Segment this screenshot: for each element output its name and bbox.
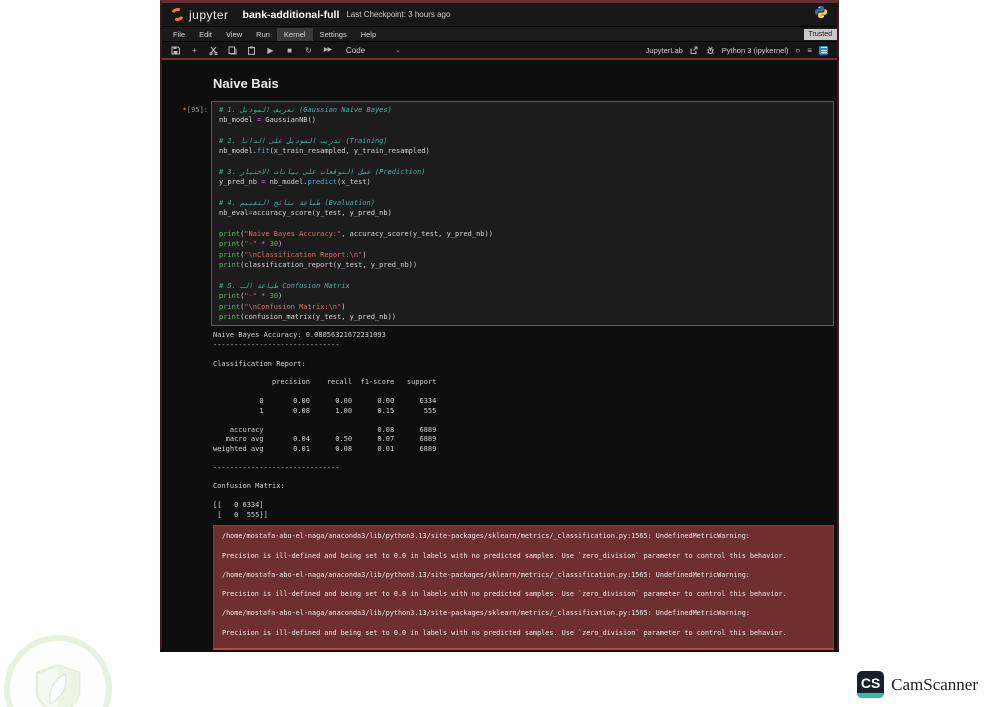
- warning-line: Precision is ill-defined and being set t…: [222, 551, 787, 560]
- menu-settings[interactable]: Settings: [313, 28, 354, 41]
- code-line: # 1. تعريف الموديل (Gaussian Naive Bayes…: [219, 106, 392, 114]
- jupyterlab-link[interactable]: JupyterLab: [646, 46, 683, 55]
- warning-line: Precision is ill-defined and being set t…: [222, 590, 787, 599]
- kernel-name[interactable]: Python 3 (ipykernel): [722, 46, 789, 55]
- warning-line: /home/mostafa-abo-el-naga/anaconda3/lib/…: [222, 609, 750, 618]
- camscanner-badge-icon: CS: [857, 671, 885, 698]
- camscanner-label: CamScanner: [891, 674, 978, 694]
- code-line: print(confusion_matrix(y_test, y_pred_nb…: [219, 312, 397, 321]
- menubar: File Edit View Run Kernel Settings Help …: [162, 26, 837, 41]
- shield-leaf-icon: [35, 664, 81, 707]
- notebook-title[interactable]: bank-additional-full: [243, 9, 340, 21]
- menu-view[interactable]: View: [219, 28, 249, 41]
- code-line: y_pred_nb = nb_model.predict(x_test): [219, 178, 371, 187]
- warning-line: /home/mostafa-abo-el-naga/anaconda3/lib/…: [222, 532, 750, 541]
- code-line: # 4. طباعة نتائج التقييم (Evaluation): [219, 199, 375, 208]
- toolbar: + ▶ ■ ↻ ▶▶ Code ⌄ JupyterLab Python 3 (i…: [162, 41, 837, 58]
- watermark-logo: كفيل: [0, 631, 118, 707]
- code-line: print(classification_report(y_test, y_pr…: [219, 261, 418, 270]
- notebook-tools-icon[interactable]: [819, 45, 828, 55]
- checkpoint-status: Last Checkpoint: 3 hours ago: [346, 10, 451, 19]
- kernel-status-icon[interactable]: ○: [795, 46, 800, 55]
- copy-cell-icon[interactable]: [228, 46, 237, 55]
- cell-type-dropdown[interactable]: Code: [346, 46, 365, 55]
- trusted-badge[interactable]: Trusted: [803, 28, 837, 40]
- add-cell-icon[interactable]: +: [190, 46, 199, 55]
- code-line: # 3. عمل التوقعات على بيانات الاختبار (P…: [219, 168, 426, 177]
- code-line: print("-" * 30): [219, 240, 283, 249]
- warning-line: /home/mostafa-abo-el-naga/anaconda3/lib/…: [222, 570, 750, 579]
- cut-cell-icon[interactable]: [209, 46, 218, 55]
- code-line: print("\nConfusion Matrix:\n"): [219, 302, 346, 311]
- jupyter-brand: jupyter: [189, 7, 229, 22]
- code-lines: # 1. تعريف الموديل (Gaussian Naive Bayes…: [219, 105, 826, 322]
- kernel-list-icon[interactable]: ≡: [807, 46, 812, 55]
- cell-output-text: Naive Bayes Accuracy: 0.0805632167223109…: [213, 331, 437, 519]
- menu-file[interactable]: File: [166, 28, 192, 41]
- code-line: print("\nClassification Report:\n"): [219, 250, 367, 259]
- code-line: nb_model = GaussianNB(): [219, 116, 316, 125]
- code-line: nb_eval=accuracy_score(y_test, y_pred_nb…: [219, 209, 392, 218]
- run-cell-icon[interactable]: ▶: [266, 46, 275, 55]
- save-icon[interactable]: [171, 46, 180, 55]
- restart-run-all-icon[interactable]: ▶▶: [323, 46, 332, 55]
- camscanner-logo: CS CamScanner: [857, 671, 978, 698]
- menu-edit[interactable]: Edit: [192, 28, 219, 41]
- restart-kernel-icon[interactable]: ↻: [304, 46, 313, 55]
- menu-help[interactable]: Help: [354, 28, 383, 41]
- chevron-down-icon[interactable]: ⌄: [395, 46, 401, 54]
- debugger-bug-icon[interactable]: [706, 46, 715, 55]
- markdown-heading[interactable]: Naive Bais: [213, 76, 837, 91]
- code-line: print("Naive Bayes Accuracy:", accuracy_…: [219, 230, 493, 239]
- code-line: nb_model.fit(x_train_resampled, y_train_…: [219, 147, 430, 156]
- interrupt-kernel-icon[interactable]: ■: [285, 46, 294, 55]
- warning-line: Precision is ill-defined and being set t…: [222, 628, 787, 637]
- code-editor[interactable]: # 1. تعريف الموديل (Gaussian Naive Bayes…: [211, 101, 834, 327]
- jupyter-notebook-window: jupyter bank-additional-full Last Checkp…: [160, 0, 839, 652]
- jupyter-logo-icon: [169, 6, 186, 23]
- code-line: print("-" * 30): [219, 292, 283, 301]
- execution-prompt: •[95]:: [182, 105, 208, 114]
- stderr-warning-block: /home/mostafa-abo-el-naga/anaconda3/lib/…: [213, 525, 834, 651]
- paste-cell-icon[interactable]: [247, 46, 256, 55]
- code-line: # 5. طباعة الـ Confusion Matrix: [219, 281, 350, 290]
- code-cell: •[95]: # 1. تعريف الموديل (Gaussian Naiv…: [162, 101, 837, 327]
- watermark-circle: كفيل: [4, 635, 112, 707]
- notebook-content: Naive Bais •[95]: # 1. تعريف الموديل (Ga…: [162, 60, 837, 652]
- menu-run[interactable]: Run: [249, 28, 277, 41]
- menu-kernel[interactable]: Kernel: [276, 27, 313, 41]
- code-line: # 2. تدريب الموديل على الداتا (Training): [219, 137, 388, 146]
- python-logo-icon: [814, 5, 828, 24]
- titlebar: jupyter bank-additional-full Last Checkp…: [162, 3, 837, 26]
- external-link-icon[interactable]: [690, 46, 699, 55]
